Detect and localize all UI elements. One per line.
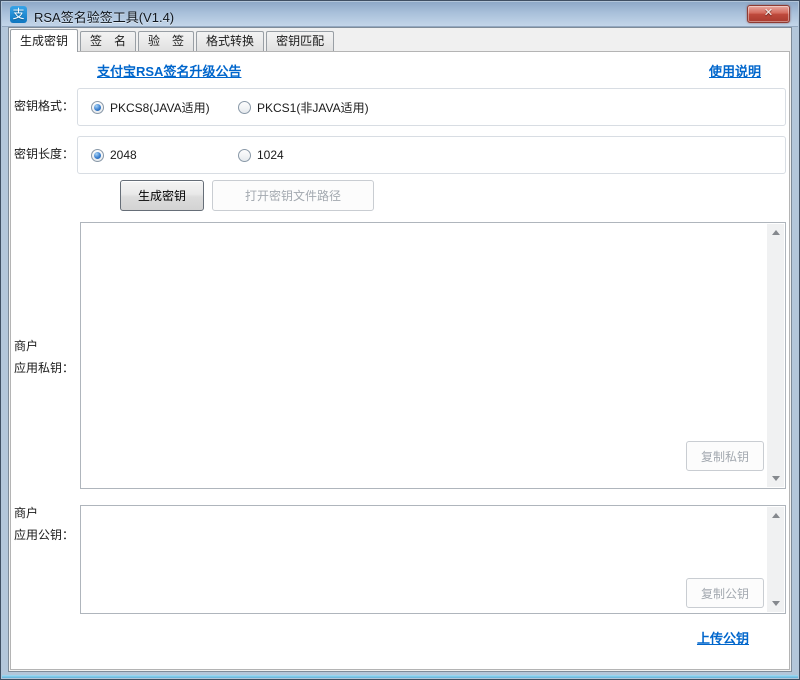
key-format-group: PKCS8(JAVA适用) PKCS1(非JAVA适用): [77, 88, 786, 126]
radio-pkcs1[interactable]: PKCS1(非JAVA适用): [238, 89, 369, 125]
scroll-down-icon[interactable]: [767, 470, 784, 487]
key-format-label: 密钥格式：: [14, 97, 74, 114]
radio-selected-icon: [91, 149, 104, 162]
generate-key-button[interactable]: 生成密钥: [120, 180, 204, 211]
tab-sign[interactable]: 签 名: [80, 31, 136, 51]
radio-1024-label: 1024: [257, 148, 284, 162]
window-frame-accent: [2, 675, 798, 678]
scroll-up-icon[interactable]: [767, 224, 784, 241]
radio-2048-label: 2048: [110, 148, 137, 162]
tab-control: 生成密钥 签 名 验 签 格式转换 密钥匹配 支付宝RSA签名升级公告 使用说明…: [8, 27, 792, 672]
copy-public-key-button[interactable]: 复制公钥: [686, 578, 764, 608]
open-key-file-path-button[interactable]: 打开密钥文件路径: [212, 180, 374, 211]
radio-pkcs1-label: PKCS1(非JAVA适用): [257, 99, 369, 116]
key-length-label: 密钥长度：: [14, 145, 74, 162]
tab-verify[interactable]: 验 签: [138, 31, 194, 51]
alipay-logo-icon: 支: [10, 6, 27, 23]
private-key-textarea[interactable]: [82, 224, 767, 487]
tab-strip: 生成密钥 签 名 验 签 格式转换 密钥匹配: [9, 28, 791, 51]
tab-page-generate-key: 支付宝RSA签名升级公告 使用说明 密钥格式： PKCS8(JAVA适用) PK…: [10, 51, 790, 670]
title-bar[interactable]: 支 RSA签名验签工具(V1.4) ✕: [2, 2, 798, 27]
upload-public-key-link[interactable]: 上传公钥: [697, 628, 749, 647]
close-icon: ✕: [764, 7, 773, 19]
radio-pkcs8[interactable]: PKCS8(JAVA适用): [91, 89, 210, 125]
radio-unselected-icon: [238, 149, 251, 162]
key-length-group: 2048 1024: [77, 136, 786, 174]
app-window: 支 RSA签名验签工具(V1.4) ✕ 生成密钥 签 名 验 签 格式转换 密钥…: [0, 0, 800, 680]
tab-format-convert[interactable]: 格式转换: [196, 31, 264, 51]
merchant-public-key-label: 商户 应用公钥：: [14, 502, 74, 546]
private-key-scrollbar[interactable]: [767, 224, 784, 487]
merchant-private-key-label: 商户 应用私钥：: [14, 335, 74, 379]
public-key-scrollbar[interactable]: [767, 507, 784, 612]
usage-help-link[interactable]: 使用说明: [709, 61, 761, 80]
scroll-down-icon[interactable]: [767, 595, 784, 612]
public-key-box: 复制公钥: [80, 505, 786, 614]
window-title: RSA签名验签工具(V1.4): [34, 7, 174, 26]
radio-2048[interactable]: 2048: [91, 137, 137, 173]
private-key-box: 复制私钥: [80, 222, 786, 489]
close-button[interactable]: ✕: [747, 5, 790, 23]
radio-pkcs8-label: PKCS8(JAVA适用): [110, 99, 210, 116]
scroll-up-icon[interactable]: [767, 507, 784, 524]
copy-private-key-button[interactable]: 复制私钥: [686, 441, 764, 471]
public-key-textarea[interactable]: [82, 507, 767, 612]
rsa-upgrade-announcement-link[interactable]: 支付宝RSA签名升级公告: [97, 61, 241, 80]
radio-unselected-icon: [238, 101, 251, 114]
tab-key-match[interactable]: 密钥匹配: [266, 31, 334, 51]
radio-selected-icon: [91, 101, 104, 114]
tab-generate-key[interactable]: 生成密钥: [10, 29, 78, 52]
radio-1024[interactable]: 1024: [238, 137, 284, 173]
